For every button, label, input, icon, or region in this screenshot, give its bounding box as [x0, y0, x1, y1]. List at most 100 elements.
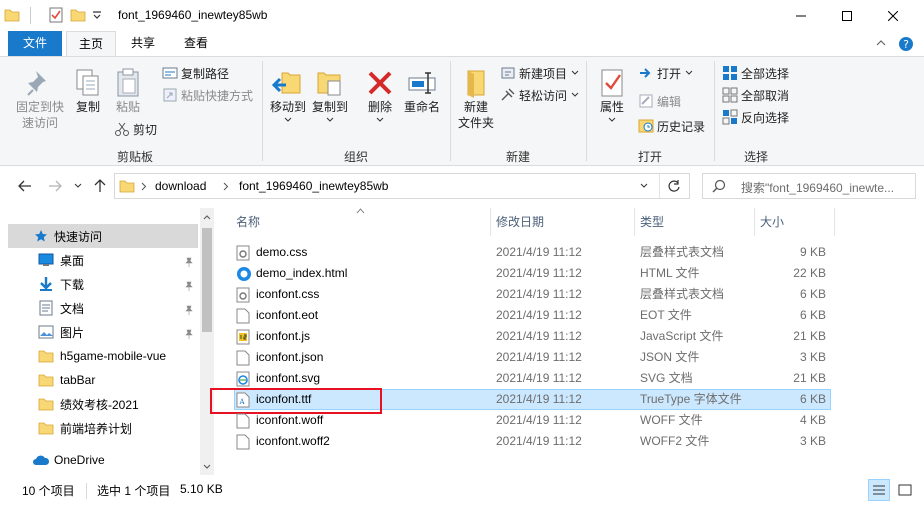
status-selection: 选中 1 个项目 [97, 484, 171, 498]
help-icon[interactable]: ? [898, 36, 914, 52]
up-button[interactable] [94, 179, 106, 193]
table-row[interactable]: iconfont.woff 2021/4/19 11:12 WOFF 文件 4 … [234, 410, 831, 431]
new-group-label: 新建 [505, 150, 530, 164]
nav-scroll-thumb[interactable] [202, 228, 212, 332]
scroll-down-icon[interactable] [203, 464, 211, 470]
copy-to-button[interactable]: 复制到 [308, 67, 352, 123]
navigation-pane: 快速访问 桌面 下载 文档 图片 h5game-mobile-vue tabBa… [0, 208, 214, 475]
folder-icon [38, 398, 54, 411]
nav-item-desktop[interactable]: 桌面 [8, 248, 198, 272]
edit-button[interactable]: 编辑 [638, 91, 681, 111]
table-row[interactable]: demo_index.html 2021/4/19 11:12 HTML 文件 … [234, 263, 831, 284]
column-header-modified[interactable]: 修改日期 [496, 208, 544, 236]
history-button[interactable]: 历史记录 [638, 116, 705, 136]
recent-locations-button[interactable] [74, 183, 82, 189]
table-row[interactable]: iconfont.css 2021/4/19 11:12 层叠样式表文档 6 K… [234, 284, 831, 305]
nav-item-folder[interactable]: tabBar [8, 368, 198, 392]
invert-selection-button[interactable]: 反向选择 [722, 107, 789, 127]
forward-button[interactable] [48, 180, 62, 192]
column-header-name[interactable]: 名称 [236, 208, 260, 236]
nav-item-label: 前端培养计划 [60, 421, 133, 436]
table-row[interactable]: iconfont.js 2021/4/19 11:12 JavaScript 文… [234, 326, 831, 347]
history-icon [638, 119, 654, 133]
nav-item-pictures[interactable]: 图片 [8, 320, 198, 344]
nav-item-label: tabBar [60, 373, 96, 387]
pin-quick-access-button[interactable]: 固定到快 速访问 [12, 67, 68, 131]
copy-button[interactable]: 复制 [70, 67, 106, 115]
table-row[interactable]: iconfont.svg 2021/4/19 11:12 SVG 文档 21 K… [234, 368, 831, 389]
table-row[interactable]: iconfont.eot 2021/4/19 11:12 EOT 文件 6 KB [234, 305, 831, 326]
delete-button[interactable]: 删除 [362, 67, 398, 123]
search-box[interactable]: 搜索"font_1969460_inewte... [702, 173, 916, 199]
file-name: demo.css [256, 245, 308, 259]
address-bar[interactable]: download font_1969460_inewtey85wb [114, 173, 690, 199]
blank-file-icon [236, 308, 250, 324]
file-name: iconfont.woff2 [256, 434, 330, 448]
new-folder-button[interactable]: 新建 文件夹 [454, 67, 498, 131]
edit-icon [639, 94, 653, 108]
nav-onedrive[interactable]: OneDrive [8, 448, 198, 472]
new-folder-label-2: 文件夹 [457, 116, 494, 130]
cut-button[interactable]: 剪切 [114, 119, 157, 139]
breadcrumb-current[interactable]: font_1969460_inewtey85wb [239, 179, 388, 193]
file-modified: 2021/4/19 11:12 [496, 329, 582, 343]
nav-item-documents[interactable]: 文档 [8, 296, 198, 320]
new-item-button[interactable]: 新建项目 [500, 63, 582, 83]
tab-view[interactable]: 查看 [172, 31, 220, 56]
nav-item-folder[interactable]: h5game-mobile-vue [8, 344, 198, 368]
download-arrow-icon [40, 277, 52, 291]
properties-icon [601, 69, 623, 97]
nav-item-folder[interactable]: 前端培养计划 [8, 416, 198, 440]
tab-file[interactable]: 文件 [8, 31, 62, 56]
nav-onedrive-label: OneDrive [54, 453, 105, 467]
properties-quick-icon[interactable] [48, 7, 64, 23]
file-size: 4 KB [799, 413, 826, 427]
chevron-down-icon [640, 183, 648, 188]
select-all-button[interactable]: 全部选择 [722, 63, 789, 83]
scroll-up-icon[interactable] [203, 214, 211, 220]
minimize-button[interactable] [778, 0, 824, 31]
nav-item-downloads[interactable]: 下载 [8, 272, 198, 296]
nav-scrollbar[interactable] [200, 208, 214, 475]
column-header-type[interactable]: 类型 [640, 208, 664, 236]
refresh-button[interactable] [667, 179, 681, 193]
cloud-icon [33, 455, 50, 465]
table-row[interactable]: demo.css 2021/4/19 11:12 层叠样式表文档 9 KB [234, 242, 831, 263]
table-row[interactable]: iconfont.woff2 2021/4/19 11:12 WOFF2 文件 … [234, 431, 831, 452]
copy-path-button[interactable]: 复制路径 [162, 63, 229, 83]
tab-share[interactable]: 共享 [120, 31, 166, 56]
new-folder-icon [467, 70, 485, 98]
browser-file-icon [237, 267, 251, 281]
details-view-button[interactable] [868, 479, 890, 501]
open-button[interactable]: 打开 [638, 63, 696, 83]
paste-shortcut-button[interactable]: 粘贴快捷方式 [162, 85, 253, 105]
address-dropdown-button[interactable] [640, 183, 648, 189]
move-to-button[interactable]: 移动到 [266, 67, 310, 123]
large-icons-view-button[interactable] [894, 479, 916, 501]
rename-button[interactable]: 重命名 [400, 67, 444, 115]
close-button[interactable] [870, 0, 916, 31]
easy-access-button[interactable]: 轻松访问 [500, 85, 582, 105]
new-folder-quick-icon[interactable] [70, 7, 86, 23]
breadcrumb-download[interactable]: download [155, 179, 206, 193]
copy-path-label: 复制路径 [181, 66, 230, 81]
collapse-ribbon-icon[interactable] [876, 39, 886, 47]
document-icon [39, 300, 53, 316]
file-size: 6 KB [799, 308, 826, 322]
back-button[interactable] [18, 180, 32, 192]
table-row[interactable]: iconfont.json 2021/4/19 11:12 JSON 文件 3 … [234, 347, 831, 368]
select-none-button[interactable]: 全部取消 [722, 85, 789, 105]
nav-item-folder[interactable]: 绩效考核-2021 [8, 392, 198, 416]
maximize-button[interactable] [824, 0, 870, 31]
nav-quick-access[interactable]: 快速访问 [8, 224, 198, 248]
customize-toolbar-icon[interactable] [92, 10, 102, 20]
copy-to-label: 复制到 [311, 100, 348, 114]
file-modified: 2021/4/19 11:12 [496, 392, 582, 406]
status-item-count: 10 个项目 [22, 484, 75, 498]
properties-button[interactable]: 属性 [590, 67, 634, 123]
tab-home[interactable]: 主页 [66, 31, 116, 57]
column-header-size[interactable]: 大小 [760, 208, 784, 236]
group-divider [586, 61, 587, 161]
paste-button[interactable]: 粘贴 [110, 67, 146, 115]
copy-label: 复制 [75, 100, 100, 114]
